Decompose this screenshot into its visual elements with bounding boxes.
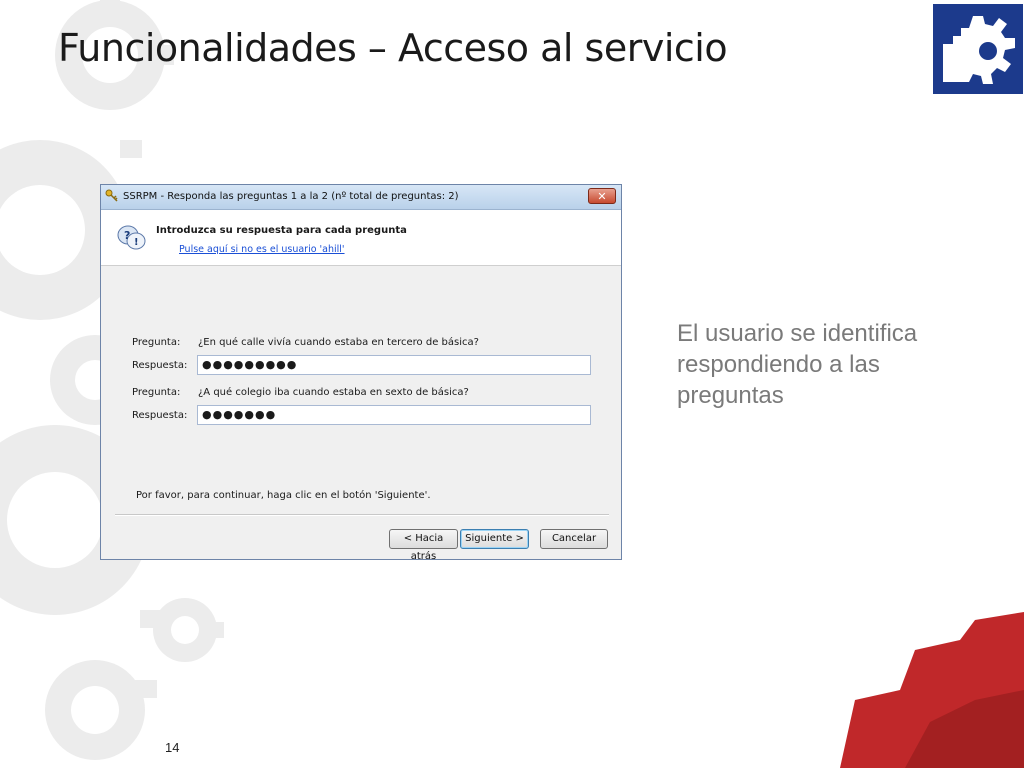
answer-input-2[interactable]: ●●●●●●● [197,405,591,425]
next-button[interactable]: Siguiente > [460,529,529,549]
question-text-1: ¿En qué calle vivía cuando estaba en ter… [198,337,479,348]
ssrpm-dialog: SSRPM - Responda las preguntas 1 a la 2 … [100,184,622,562]
close-button[interactable]: ✕ [588,188,616,204]
separator [115,514,609,516]
question-label-2: Pregunta: [132,387,181,398]
svg-text:?: ? [124,229,130,242]
header-title: Introduzca su respuesta para cada pregun… [156,225,407,236]
key-icon [105,189,118,202]
answer-label-1: Respuesta: [132,360,188,371]
dialog-title: SSRPM - Responda las preguntas 1 a la 2 … [123,191,459,202]
side-description: El usuario se identifica respondiendo a … [677,320,918,409]
answer-label-2: Respuesta: [132,410,188,421]
not-user-link[interactable]: Pulse aquí si no es el usuario 'ahill' [179,244,345,255]
slide-title: Funcionalidades – Acceso al servicio [58,26,728,70]
question-label-1: Pregunta: [132,337,181,348]
answer-input-1[interactable]: ●●●●●●●●● [197,355,591,375]
back-button[interactable]: < Hacia atrás [389,529,458,562]
question-text-2: ¿A qué colegio iba cuando estaba en sext… [198,387,469,398]
logo [933,4,1023,94]
dialog-titlebar[interactable]: SSRPM - Responda las preguntas 1 a la 2 … [101,185,621,210]
svg-text:!: ! [134,237,139,248]
help-question-icon: ? ! [117,225,146,250]
cancel-button[interactable]: Cancelar [540,529,608,549]
instruction-text: Por favor, para continuar, haga clic en … [136,490,431,501]
dialog-header: ? ! Introduzca su respuesta para cada pr… [101,210,621,266]
page-number: 14 [165,740,180,755]
